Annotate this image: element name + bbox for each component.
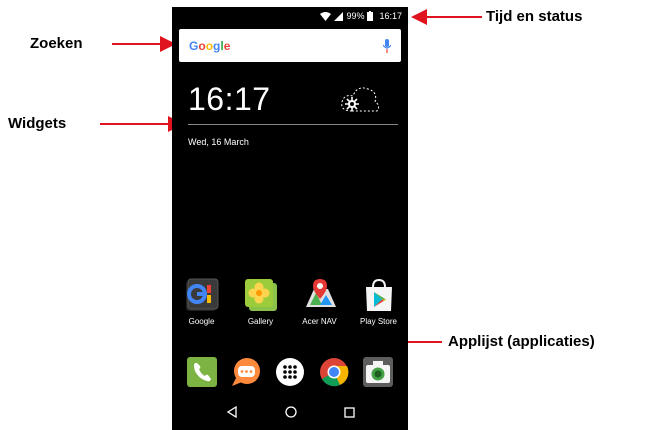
- app-label: Gallery: [247, 317, 274, 326]
- google-search-bar[interactable]: Google: [179, 29, 401, 62]
- home-icon[interactable]: [284, 406, 297, 418]
- app-label: Play Store: [360, 317, 397, 326]
- wifi-icon: [320, 11, 332, 21]
- recents-icon[interactable]: [343, 406, 355, 418]
- clock-date: Wed, 16 March: [188, 137, 249, 147]
- messaging-icon[interactable]: [230, 356, 262, 388]
- back-icon[interactable]: [226, 406, 238, 418]
- google-logo: Google: [189, 38, 231, 53]
- app-label: Acer NAV: [302, 317, 337, 326]
- app-acer-nav[interactable]: Acer NAV: [292, 277, 348, 326]
- play-store-icon: [365, 278, 392, 311]
- camera-icon[interactable]: [362, 356, 394, 388]
- callout-time-status: Tijd en status: [486, 8, 583, 25]
- app-row: Google Gallery Acer NAV Play Store: [172, 277, 408, 326]
- mic-icon[interactable]: [383, 38, 391, 53]
- app-gallery[interactable]: Gallery: [233, 277, 289, 326]
- clock-time: 16:17: [188, 81, 271, 117]
- acer-nav-icon: [305, 279, 336, 307]
- battery-percent: 99%: [346, 11, 365, 21]
- callout-search: Zoeken: [30, 35, 83, 52]
- signal-icon: [334, 11, 344, 21]
- battery-icon: [367, 11, 374, 21]
- phone-screen: 99% 16:17 Google 16:17 Wed, 16 March Goo…: [172, 7, 408, 430]
- app-drawer-icon[interactable]: [274, 356, 306, 388]
- dock: [172, 356, 408, 388]
- app-label: Google: [188, 317, 215, 326]
- app-play-store[interactable]: Play Store: [351, 277, 407, 326]
- callout-app-list: Applijst (applicaties): [448, 333, 595, 350]
- chrome-icon[interactable]: [318, 356, 350, 388]
- navigation-bar: [172, 401, 408, 423]
- app-google[interactable]: Google: [174, 277, 230, 326]
- gallery-icon: [244, 279, 277, 311]
- callout-widgets: Widgets: [8, 115, 67, 132]
- status-time: 16:17: [379, 11, 402, 21]
- weather-icon[interactable]: [338, 81, 382, 115]
- phone-icon[interactable]: [186, 356, 218, 388]
- status-bar: 99% 16:17: [320, 7, 402, 25]
- widget-divider: [188, 124, 398, 125]
- google-icon: [185, 278, 218, 311]
